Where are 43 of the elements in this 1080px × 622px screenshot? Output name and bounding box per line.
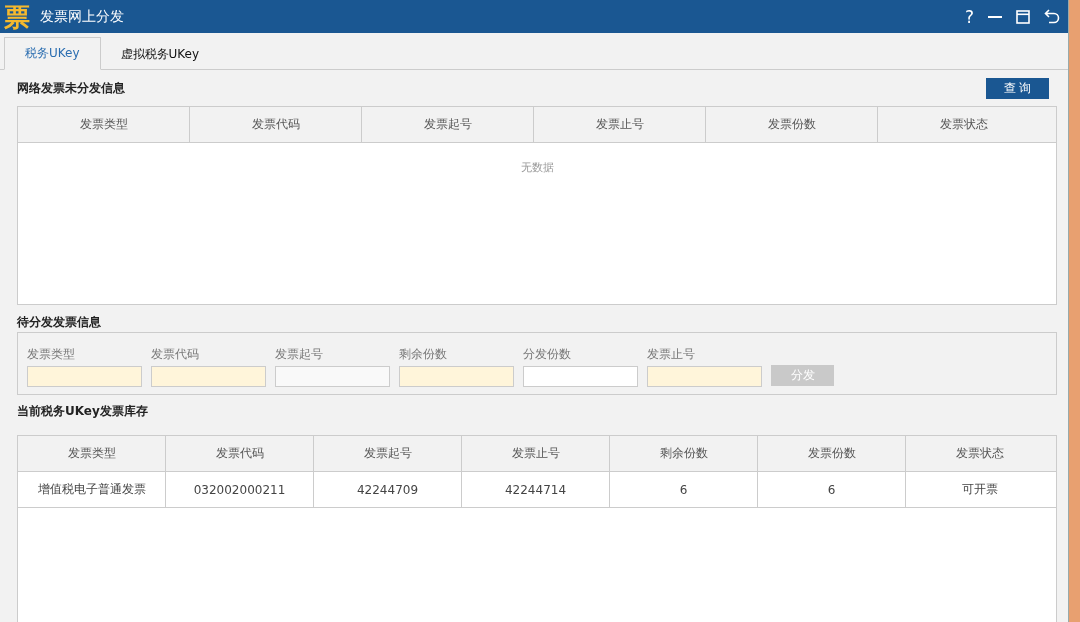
- input-field[interactable]: [27, 366, 142, 387]
- window-title: 发票网上分发: [40, 7, 124, 26]
- field-label: 发票起号: [275, 346, 324, 363]
- help-button[interactable]: ?: [964, 6, 974, 27]
- table-cell: 6: [610, 472, 758, 507]
- input-field[interactable]: [647, 366, 762, 387]
- table-cell-text: 可开票: [961, 481, 999, 498]
- column-header: 发票份数: [706, 107, 878, 142]
- table-cell: 增值税电子普通发票: [18, 472, 166, 507]
- column-header: 发票起号: [362, 107, 534, 142]
- field-label: 发票类型: [27, 346, 76, 363]
- app-logo: 票: [4, 1, 30, 32]
- tab[interactable]: 税务UKey: [4, 37, 101, 70]
- column-header: 剩余份数: [610, 436, 758, 471]
- input-field[interactable]: [523, 366, 638, 387]
- query-button[interactable]: 查 询: [986, 77, 1049, 99]
- input-field[interactable]: [399, 366, 514, 387]
- empty-message: 无数据: [520, 160, 554, 175]
- column-header: 发票状态: [939, 116, 989, 133]
- column-header: 发票代码: [166, 436, 314, 471]
- field-label: 分发份数: [523, 346, 572, 363]
- table-cell: 42244709: [314, 472, 462, 507]
- tab[interactable]: 虚拟税务UKey: [100, 39, 220, 69]
- column-header: 发票止号: [534, 107, 706, 142]
- table-cell: 6: [758, 472, 906, 507]
- column-header: 发票起号: [314, 436, 462, 471]
- field-label: 剩余份数: [399, 346, 448, 363]
- column-header: 发票类型: [18, 107, 190, 142]
- section-title: 网络发票未分发信息: [17, 79, 125, 97]
- column-header: 发票止号: [462, 436, 610, 471]
- field-label: 发票代码: [151, 346, 200, 363]
- column-header: 发票类型: [18, 436, 166, 471]
- section-title: 待分发发票信息: [17, 314, 102, 331]
- column-header: 发票份数: [758, 436, 906, 471]
- column-header: 发票状态: [955, 445, 1005, 462]
- restore-icon[interactable]: [1016, 9, 1030, 24]
- back-arrow-icon[interactable]: [1044, 9, 1060, 24]
- table-cell: 032002000211: [166, 472, 314, 507]
- input-field[interactable]: [151, 366, 266, 387]
- section-title: 当前税务UKey发票库存: [17, 403, 149, 420]
- column-header: 发票代码: [190, 107, 362, 142]
- table-cell: 42244714: [462, 472, 610, 507]
- field-label: 发票止号: [647, 346, 696, 363]
